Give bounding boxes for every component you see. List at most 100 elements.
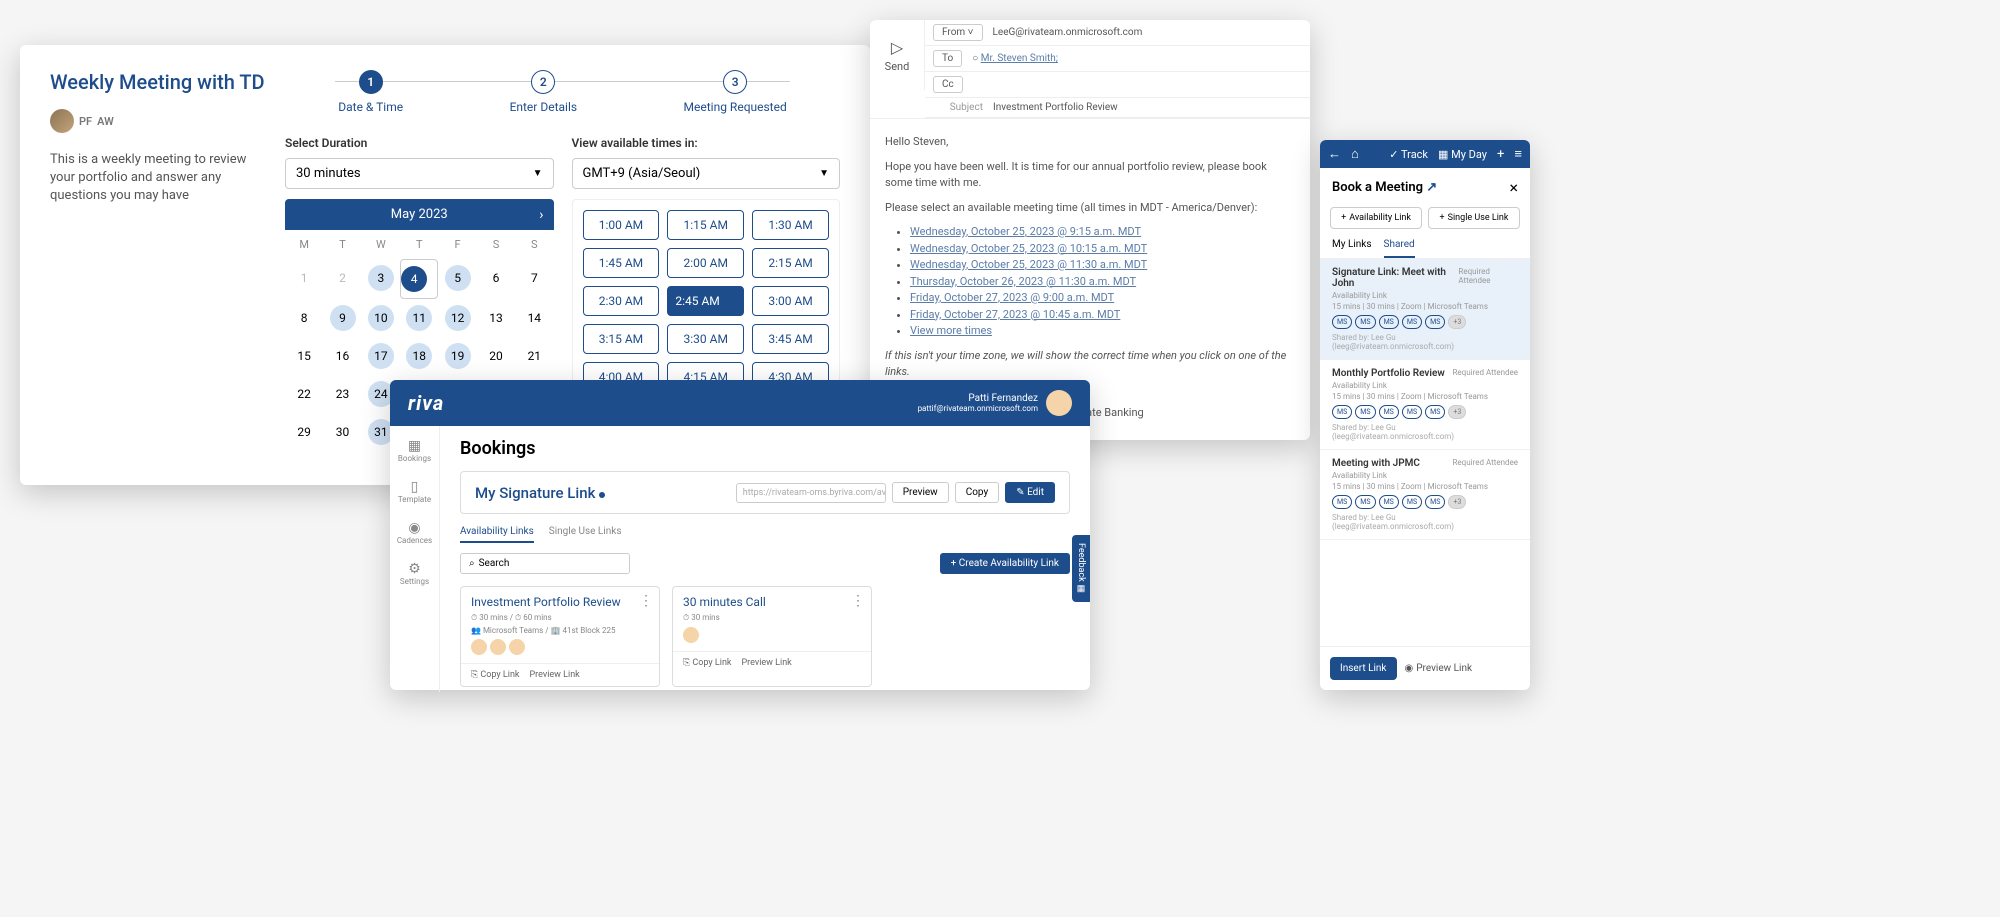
- calendar-day[interactable]: 8: [285, 299, 323, 337]
- calendar-day[interactable]: 18: [400, 337, 438, 375]
- meeting-time-link[interactable]: Thursday, October 26, 2023 @ 11:30 a.m. …: [910, 275, 1136, 288]
- meeting-link-item[interactable]: Meeting with JPMCRequired Attendee Avail…: [1320, 450, 1530, 540]
- time-slot[interactable]: 2:30 AM: [583, 286, 660, 316]
- track-toggle[interactable]: ✓ Track: [1389, 148, 1428, 161]
- calendar-day[interactable]: 12: [438, 299, 476, 337]
- booking-description: This is a weekly meeting to review your …: [50, 151, 250, 206]
- availability-card[interactable]: ⋮ 30 minutes Call⏱ 30 mins ⎘ Copy LinkPr…: [672, 586, 872, 687]
- calendar-day[interactable]: 13: [477, 299, 515, 337]
- single-use-link-button[interactable]: + Single Use Link: [1428, 207, 1520, 229]
- availability-card[interactable]: ⋮ Investment Portfolio Review⏱ 30 mins /…: [460, 586, 660, 687]
- user-menu[interactable]: Patti Fernandezpattif@rivateam.onmicroso…: [918, 390, 1072, 416]
- to-button[interactable]: To: [933, 50, 962, 67]
- calendar-day[interactable]: 14: [515, 299, 553, 337]
- calendar-day[interactable]: 10: [362, 299, 400, 337]
- home-icon[interactable]: ⌂: [1351, 146, 1359, 162]
- nav-cadences[interactable]: ◉Cadences: [393, 516, 436, 549]
- timezone-select[interactable]: GMT+9 (Asia/Seoul)▼: [572, 158, 841, 189]
- calendar-day[interactable]: 7: [515, 259, 553, 299]
- book-meeting-panel: ←⌂ ✓ Track▦ My Day+≡ Book a Meeting ↗ × …: [1320, 140, 1530, 690]
- calendar-day[interactable]: 30: [323, 413, 361, 451]
- time-slot[interactable]: 2:15 AM: [752, 248, 829, 278]
- time-slot[interactable]: 1:45 AM: [583, 248, 660, 278]
- nav-settings[interactable]: ⚙Settings: [396, 557, 433, 590]
- time-slot[interactable]: 3:30 AM: [667, 324, 744, 354]
- calendar-day[interactable]: 3: [362, 259, 400, 299]
- cc-button[interactable]: Cc: [933, 76, 963, 93]
- feedback-tab[interactable]: Feedback ▦: [1072, 535, 1090, 602]
- time-slot[interactable]: 1:15 AM: [667, 210, 744, 240]
- calendar-day[interactable]: 17: [362, 337, 400, 375]
- meeting-time-link[interactable]: Friday, October 27, 2023 @ 10:45 a.m. MD…: [910, 308, 1120, 321]
- nav-template[interactable]: ▯Template: [394, 475, 435, 508]
- card-menu-icon[interactable]: ⋮: [639, 593, 653, 609]
- calendar-day[interactable]: 5: [438, 259, 476, 299]
- preview-link-button[interactable]: Preview Link: [530, 670, 580, 680]
- calendar-day[interactable]: 11: [400, 299, 438, 337]
- meeting-time-link[interactable]: Wednesday, October 25, 2023 @ 11:30 a.m.…: [910, 258, 1147, 271]
- time-slot[interactable]: 3:00 AM: [752, 286, 829, 316]
- calendar-day[interactable]: 21: [515, 337, 553, 375]
- card-menu-icon[interactable]: ⋮: [851, 593, 865, 609]
- send-icon: ▷: [891, 38, 903, 57]
- time-slot[interactable]: 1:00 AM: [583, 210, 660, 240]
- preview-link-button[interactable]: ◉Preview Link: [1405, 663, 1473, 674]
- calendar-day[interactable]: 2: [323, 259, 361, 299]
- plus-icon[interactable]: +: [1497, 147, 1504, 162]
- calendar-day[interactable]: 4: [400, 259, 438, 299]
- create-link-button[interactable]: + Create Availability Link: [940, 553, 1070, 574]
- calendar-day[interactable]: 1: [285, 259, 323, 299]
- preview-button[interactable]: Preview: [892, 482, 949, 503]
- step-2: 2Enter Details: [510, 70, 578, 114]
- meeting-link-item[interactable]: Monthly Portfolio ReviewRequired Attende…: [1320, 360, 1530, 450]
- search-icon: ⌕: [469, 558, 475, 569]
- duration-select[interactable]: 30 minutes▼: [285, 158, 554, 189]
- page-heading: Bookings: [460, 438, 1070, 459]
- time-slot[interactable]: 1:30 AM: [752, 210, 829, 240]
- copy-link-button[interactable]: ⎘ Copy Link: [471, 670, 520, 680]
- copy-button[interactable]: Copy: [955, 482, 1000, 503]
- tab-my-links[interactable]: My Links: [1332, 239, 1372, 258]
- tab-shared[interactable]: Shared: [1384, 239, 1415, 258]
- signature-link-box: My Signature Link https://rivateam-oms.b…: [460, 471, 1070, 514]
- edit-button[interactable]: ✎ Edit: [1005, 482, 1055, 503]
- signature-url[interactable]: https://rivateam-oms.byriva.com/availabi…: [736, 483, 886, 503]
- time-slot[interactable]: 2:00 AM: [667, 248, 744, 278]
- meeting-time-link[interactable]: Friday, October 27, 2023 @ 9:00 a.m. MDT: [910, 291, 1114, 304]
- eye-icon: ◉: [1405, 663, 1414, 674]
- time-slot[interactable]: 2:45 AM: [667, 286, 744, 316]
- meeting-time-link[interactable]: Wednesday, October 25, 2023 @ 9:15 a.m. …: [910, 225, 1141, 238]
- calendar-day[interactable]: 20: [477, 337, 515, 375]
- insert-link-button[interactable]: Insert Link: [1330, 657, 1397, 680]
- calendar-day[interactable]: 9: [323, 299, 361, 337]
- close-icon[interactable]: ×: [1509, 178, 1518, 197]
- availability-link-button[interactable]: + Availability Link: [1330, 207, 1422, 229]
- time-slot[interactable]: 3:45 AM: [752, 324, 829, 354]
- copy-link-button[interactable]: ⎘ Copy Link: [683, 658, 732, 668]
- subject-field[interactable]: Investment Portfolio Review: [993, 102, 1118, 113]
- external-link-icon[interactable]: ↗: [1426, 180, 1437, 195]
- from-button[interactable]: From ˅: [933, 24, 983, 41]
- calendar-day[interactable]: 6: [477, 259, 515, 299]
- calendar-day[interactable]: 15: [285, 337, 323, 375]
- calendar-day[interactable]: 22: [285, 375, 323, 413]
- preview-link-button[interactable]: Preview Link: [742, 658, 792, 668]
- back-icon[interactable]: ←: [1328, 146, 1341, 162]
- calendar-day[interactable]: 19: [438, 337, 476, 375]
- search-input[interactable]: ⌕Search: [460, 553, 630, 574]
- nav-bookings[interactable]: ▦Bookings: [394, 434, 435, 467]
- menu-icon[interactable]: ≡: [1514, 146, 1522, 162]
- tab-single-use[interactable]: Single Use Links: [549, 526, 622, 543]
- calendar-day[interactable]: 16: [323, 337, 361, 375]
- meeting-time-link[interactable]: Wednesday, October 25, 2023 @ 10:15 a.m.…: [910, 242, 1147, 255]
- view-more-times-link[interactable]: View more times: [910, 324, 992, 337]
- time-slot[interactable]: 3:15 AM: [583, 324, 660, 354]
- send-button[interactable]: ▷Send: [870, 20, 925, 90]
- calendar-day[interactable]: 29: [285, 413, 323, 451]
- tab-availability[interactable]: Availability Links: [460, 526, 534, 543]
- email-compose-panel: ▷Send From ˅LeeG@rivateam.onmicrosoft.co…: [870, 20, 1310, 440]
- calendar-next-icon[interactable]: ›: [539, 207, 543, 223]
- calendar-day[interactable]: 23: [323, 375, 361, 413]
- myday-button[interactable]: ▦ My Day: [1438, 148, 1487, 161]
- meeting-link-item[interactable]: Signature Link: Meet with JohnRequired A…: [1320, 259, 1530, 360]
